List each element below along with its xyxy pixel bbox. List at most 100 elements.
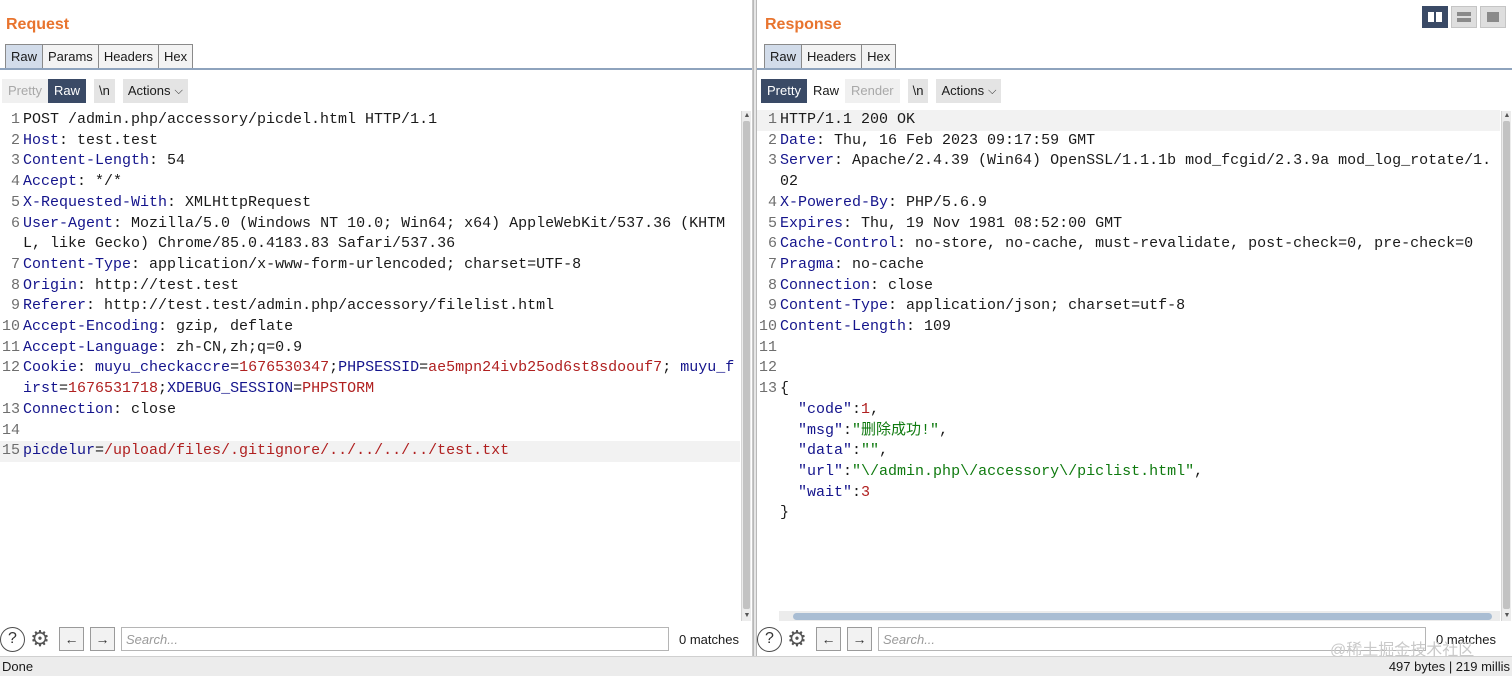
request-tab-raw[interactable]: Raw [5, 44, 44, 69]
scroll-up-arrow-icon[interactable]: ▲ [1503, 112, 1511, 120]
line-number: 6 [767, 235, 777, 253]
request-actions-dropdown[interactable]: Actions ⌵ [122, 79, 188, 103]
response-tab-rule [757, 68, 1512, 70]
header-value: 109 [915, 318, 952, 336]
response-tab-headers[interactable]: Headers [801, 44, 863, 69]
header-name: Referer [23, 297, 87, 315]
search-previous-button[interactable]: ← [59, 627, 84, 651]
request-scroll-thumb[interactable] [743, 121, 750, 609]
line-number: 9 [767, 297, 777, 315]
response-editor[interactable]: 1 HTTP/1.1 200 OK 2 Date: Thu, 16 Feb 2023… [757, 110, 1500, 623]
response-header-line: 5 Expires: Thu, 19 Nov 1981 08:52:00 GMT [757, 214, 1500, 235]
response-tab-raw[interactable]: Raw [764, 44, 803, 69]
request-editor[interactable]: 1 POST /admin.php/accessory/picdel.html H… [0, 110, 740, 623]
request-line: 1 POST /admin.php/accessory/picdel.html H… [10, 111, 438, 128]
request-header-line: 9 Referer: http://test.test/admin.php/acc… [0, 296, 740, 317]
response-header-line: 7 Pragma: no-cache [757, 255, 1500, 276]
header-value: test.test [68, 131, 159, 149]
response-newline-toggle[interactable]: \n [907, 79, 929, 103]
request-vertical-scrollbar[interactable]: ▲ ▼ [741, 111, 751, 621]
layout-tabs-button[interactable] [1480, 6, 1506, 28]
request-toolbar: Pretty Raw \n Actions ⌵ [2, 79, 188, 103]
response-raw-toggle[interactable]: Raw [807, 79, 845, 103]
request-newline-toggle[interactable]: \n [93, 79, 115, 103]
help-icon[interactable]: ? [757, 626, 782, 652]
response-hscroll-thumb[interactable] [793, 613, 1492, 620]
line-number: 11 [1, 338, 20, 356]
json-key: "code" [798, 400, 853, 418]
cookie-value: ae5mpn24ivb25od6st8sdoouf7 [428, 359, 663, 377]
gear-icon[interactable]: ⚙ [27, 626, 53, 652]
request-header-line: 13 Connection: close [1, 400, 177, 418]
response-actions-dropdown[interactable]: Actions ⌵ [936, 79, 1002, 103]
json-value: 3 [861, 483, 871, 501]
json-key: "wait" [798, 483, 853, 501]
header-name: Content-Type [780, 297, 889, 315]
json-field-line: "data":"", [798, 442, 889, 460]
response-vertical-scrollbar[interactable]: ▲ ▼ [1501, 111, 1511, 621]
json-field-line: "code":1, [798, 400, 880, 418]
line-number: 9 [10, 297, 20, 315]
header-value: no-store, no-cache, must-revalidate, pos… [906, 235, 1474, 253]
json-value: 1 [861, 400, 871, 418]
gear-icon[interactable]: ⚙ [784, 626, 810, 652]
header-value: application/x-www-form-urlencoded; chars… [140, 255, 582, 273]
header-name: X-Requested-With [23, 193, 168, 211]
request-header-line: 4 Accept: */* [0, 172, 740, 193]
header-name: Content-Type [23, 255, 132, 273]
layout-stacked-button[interactable] [1451, 6, 1477, 28]
header-name: Host [23, 131, 60, 149]
help-icon[interactable]: ? [0, 626, 25, 652]
cookie-name: muyu_checkaccre [95, 359, 231, 377]
line-number: 7 [767, 255, 777, 273]
line-number: 4 [10, 173, 20, 191]
response-pretty-toggle[interactable]: Pretty [761, 79, 807, 103]
request-search-input[interactable] [121, 627, 669, 651]
arrow-right-icon: → [95, 631, 110, 647]
request-tab-params[interactable]: Params [42, 44, 99, 69]
search-previous-button[interactable]: ← [816, 627, 841, 651]
line-number: 7 [10, 255, 20, 273]
header-value: http://test.test/admin.php/accessory/fil… [95, 297, 555, 315]
response-tab-hex[interactable]: Hex [861, 44, 897, 69]
request-match-count: 0 matches [679, 631, 739, 647]
response-header-line: 4 X-Powered-By: PHP/5.6.9 [757, 193, 1500, 214]
search-next-button[interactable]: → [90, 627, 115, 651]
request-raw-toggle[interactable]: Raw [47, 79, 86, 103]
request-tab-hex[interactable]: Hex [157, 44, 194, 69]
json-field-line: "url":"\/admin.php\/accessory\/piclist.h… [798, 462, 1204, 480]
response-header-line: 3 Server: Apache/2.4.39 (Win64) OpenSSL/1… [757, 151, 1500, 192]
cookie-name: XDEBUG_SESSION [167, 380, 294, 398]
response-blank-line: 11 [758, 338, 777, 356]
header-name: Origin [23, 276, 78, 294]
request-pretty-toggle[interactable]: Pretty [2, 79, 48, 103]
response-horizontal-scrollbar[interactable] [779, 611, 1500, 621]
scroll-down-arrow-icon[interactable]: ▼ [743, 612, 751, 620]
json-comma: , [939, 421, 949, 439]
request-header-line: 3 Content-Length: 54 [0, 151, 740, 172]
header-name: Content-Length [23, 152, 150, 170]
response-scroll-thumb[interactable] [1503, 121, 1510, 609]
response-tabs: Raw Headers Hex [764, 44, 897, 69]
scroll-up-arrow-icon[interactable]: ▲ [743, 112, 751, 120]
header-name: Accept [23, 173, 78, 191]
header-name: Accept-Language [23, 338, 159, 356]
header-value: Thu, 19 Nov 1981 08:52:00 GMT [852, 214, 1123, 232]
request-blank-line: 14 [1, 421, 20, 439]
response-json-open: 13{ [758, 380, 790, 398]
request-header-line: 5 X-Requested-With: XMLHttpRequest [0, 193, 740, 214]
arrow-left-icon: ← [821, 631, 836, 647]
request-tab-headers[interactable]: Headers [97, 44, 159, 69]
line-number: 2 [767, 131, 777, 149]
request-body-line: 15 picdelur=/upload/files/.gitignore/../.… [0, 441, 740, 462]
scroll-down-arrow-icon[interactable]: ▼ [1503, 612, 1511, 620]
response-render-toggle[interactable]: Render [844, 79, 900, 103]
layout-side-by-side-button[interactable] [1422, 6, 1448, 28]
search-next-button[interactable]: → [847, 627, 872, 651]
response-pane: Response Raw Headers Hex Pretty Raw Rend… [757, 0, 1512, 656]
header-value: http://test.test [86, 276, 240, 294]
request-header-line: 2 Host: test.test [0, 131, 740, 152]
header-value: no-cache [843, 255, 925, 273]
request-tabs: Raw Params Headers Hex [5, 44, 194, 69]
json-key: "msg" [798, 421, 844, 439]
